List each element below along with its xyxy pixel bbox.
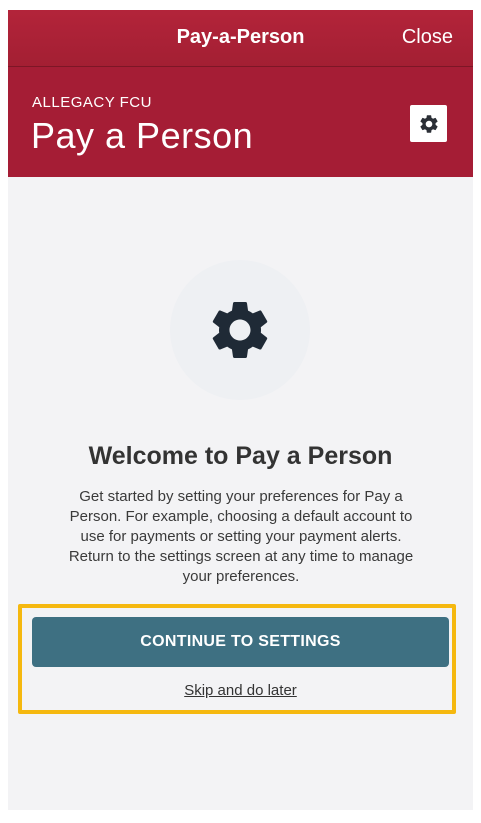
app-screen: Pay-a-Person Close ALLEGACY FCU Pay a Pe… bbox=[8, 10, 473, 810]
navigation-bar: Pay-a-Person Close bbox=[8, 10, 473, 67]
settings-button[interactable] bbox=[410, 105, 447, 142]
org-name: ALLEGACY FCU bbox=[32, 94, 152, 111]
gear-icon bbox=[212, 302, 268, 358]
hero-icon-container bbox=[170, 260, 310, 400]
gear-icon bbox=[419, 114, 438, 133]
page-title: Pay a Person bbox=[31, 115, 254, 156]
welcome-title: Welcome to Pay a Person bbox=[88, 442, 393, 470]
continue-to-settings-button[interactable]: CONTINUE TO SETTINGS bbox=[32, 617, 449, 667]
welcome-description: Get started by setting your preferences … bbox=[68, 488, 414, 585]
close-button[interactable]: Close bbox=[402, 26, 453, 49]
skip-link[interactable]: Skip and do later bbox=[8, 682, 473, 699]
page-header: ALLEGACY FCU Pay a Person bbox=[8, 67, 473, 177]
